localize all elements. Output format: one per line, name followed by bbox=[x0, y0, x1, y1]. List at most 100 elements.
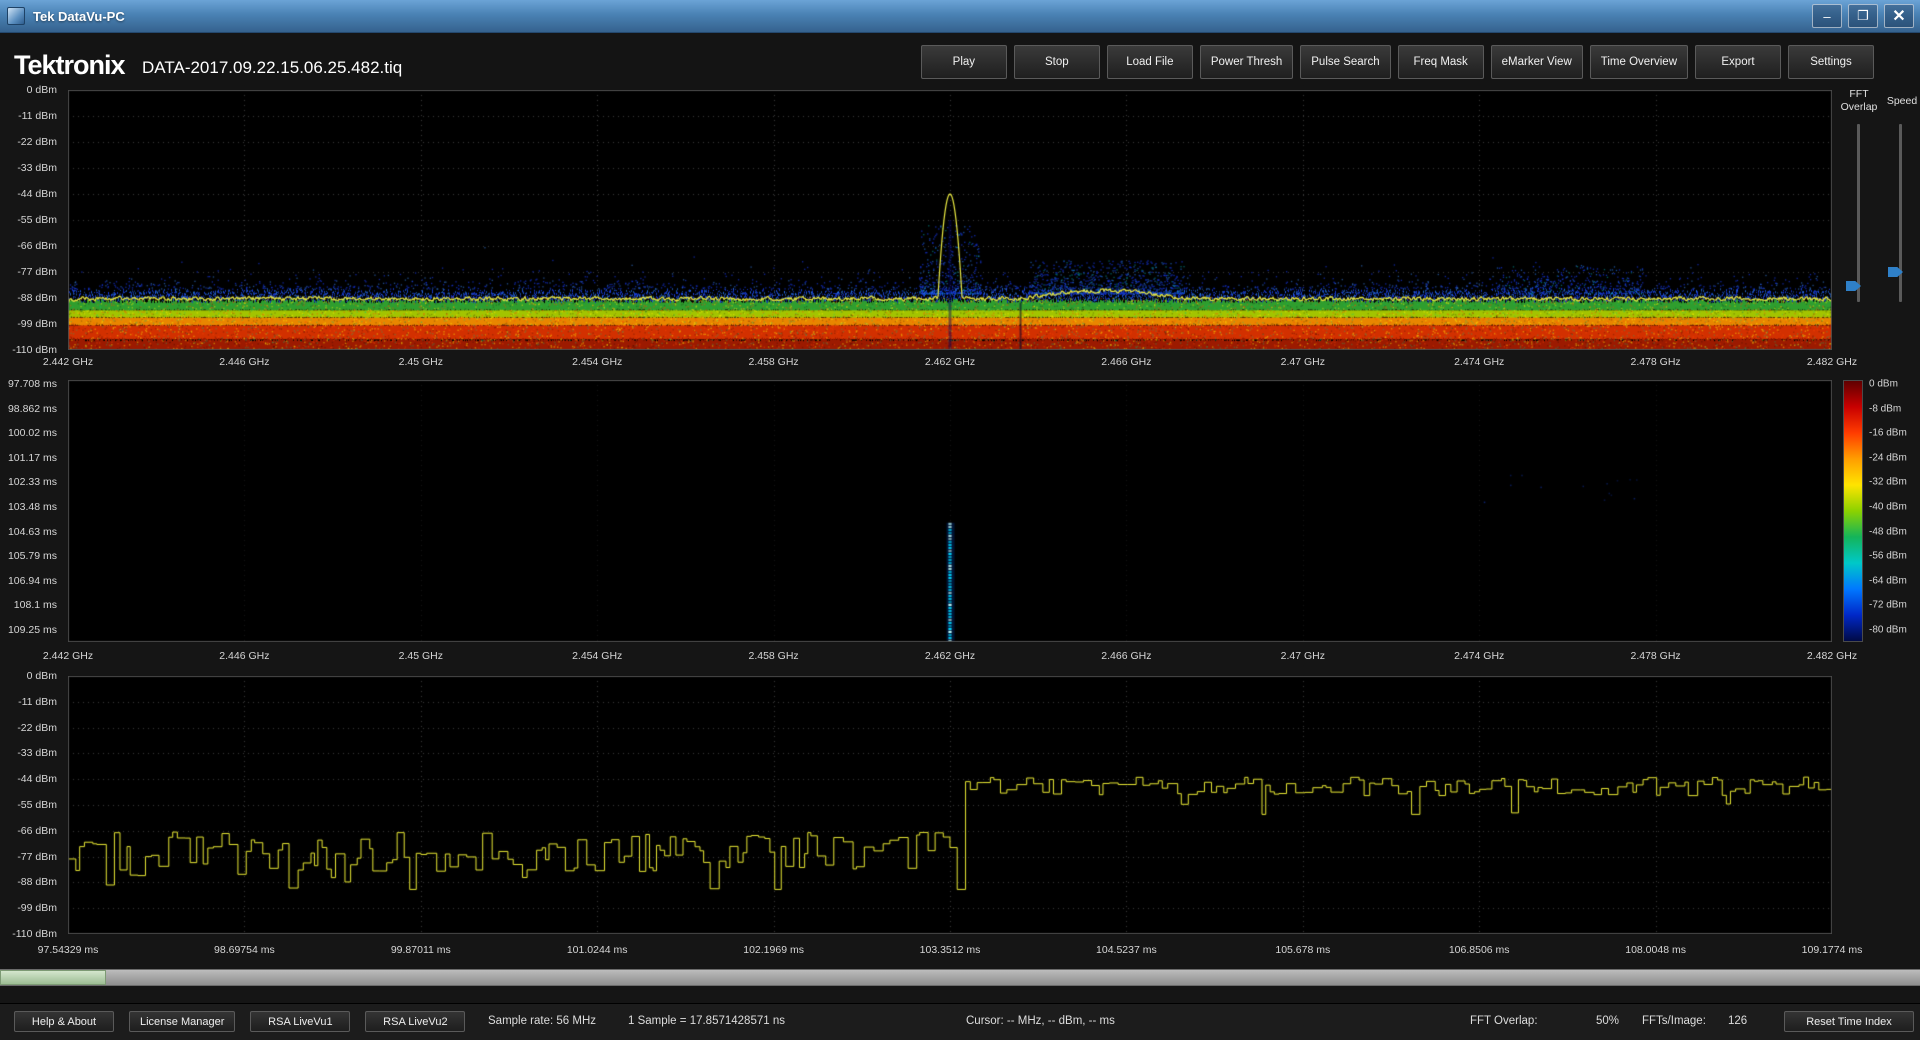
tick-label: -55 dBm bbox=[17, 214, 57, 226]
tick-label: -88 dBm bbox=[17, 876, 57, 888]
status-bar: Help & About License Manager RSA LiveVu1 RS… bbox=[0, 1003, 1920, 1040]
tick-label: 0 dBm bbox=[27, 670, 57, 682]
tick-label: 2.466 GHz bbox=[1101, 356, 1151, 368]
tick-label: 0 dBm bbox=[27, 84, 57, 96]
tick-label: 2.446 GHz bbox=[219, 356, 269, 368]
tick-label: 2.454 GHz bbox=[572, 650, 622, 662]
toolbar-button-emarker-view[interactable]: eMarker View bbox=[1491, 45, 1583, 79]
tick-label: -48 dBm bbox=[1869, 526, 1907, 537]
loaded-file-name: DATA-2017.09.22.15.06.25.482.tiq bbox=[142, 58, 402, 78]
speed-slider-label: Speed bbox=[1884, 95, 1920, 108]
tick-label: 105.79 ms bbox=[8, 550, 57, 562]
tick-label: -33 dBm bbox=[17, 747, 57, 759]
spectrogram-plot[interactable] bbox=[68, 380, 1832, 642]
tick-label: -110 dBm bbox=[12, 344, 57, 356]
tick-label: -66 dBm bbox=[17, 240, 57, 252]
tick-label: -22 dBm bbox=[17, 722, 57, 734]
tick-label: 104.63 ms bbox=[8, 526, 57, 538]
tick-label: 104.5237 ms bbox=[1096, 944, 1157, 956]
tick-label: -56 dBm bbox=[1869, 551, 1907, 562]
tick-label: 2.442 GHz bbox=[43, 650, 93, 662]
toolbar-buttons: PlayStopLoad FilePower ThreshPulse Searc… bbox=[921, 45, 1874, 79]
fft-overlap-status-label: FFT Overlap: bbox=[1470, 1015, 1538, 1027]
tick-label: 97.54329 ms bbox=[38, 944, 99, 956]
toolbar-button-settings[interactable]: Settings bbox=[1788, 45, 1874, 79]
tick-label: 0 dBm bbox=[1869, 379, 1898, 390]
maximize-button[interactable]: ❐ bbox=[1848, 4, 1878, 28]
statusbar-buttons: Help & About License Manager RSA LiveVu1 RS… bbox=[14, 1011, 465, 1032]
toolbar-button-export[interactable]: Export bbox=[1695, 45, 1781, 79]
tick-label: -8 dBm bbox=[1869, 403, 1901, 414]
toolbar-button-power-thresh[interactable]: Power Thresh bbox=[1200, 45, 1293, 79]
tick-label: 101.0244 ms bbox=[567, 944, 628, 956]
tick-label: 2.466 GHz bbox=[1101, 650, 1151, 662]
tick-label: 2.442 GHz bbox=[43, 356, 93, 368]
tick-label: -55 dBm bbox=[17, 799, 57, 811]
tick-label: -66 dBm bbox=[17, 825, 57, 837]
tick-label: 98.862 ms bbox=[8, 403, 57, 415]
tick-label: 99.87011 ms bbox=[391, 944, 451, 956]
power-x-axis: 97.54329 ms98.69754 ms99.87011 ms101.024… bbox=[68, 944, 1832, 957]
tick-label: 101.17 ms bbox=[8, 452, 57, 464]
fft-overlap-status-value: 50% bbox=[1596, 1015, 1619, 1027]
power-vs-time-plot[interactable] bbox=[68, 676, 1832, 934]
statusbar-button-license-manager[interactable]: License Manager bbox=[129, 1011, 235, 1032]
tick-label: 2.458 GHz bbox=[748, 356, 798, 368]
tick-label: 102.33 ms bbox=[8, 476, 57, 488]
sample-period-text: 1 Sample = 17.8571428571 ns bbox=[628, 1015, 785, 1027]
tick-label: -80 dBm bbox=[1869, 625, 1907, 636]
sample-rate-text: Sample rate: 56 MHz bbox=[488, 1015, 596, 1027]
tick-label: 2.446 GHz bbox=[219, 650, 269, 662]
close-button[interactable]: ✕ bbox=[1884, 4, 1914, 28]
tick-label: -77 dBm bbox=[17, 851, 57, 863]
tick-label: 106.8506 ms bbox=[1449, 944, 1510, 956]
toolbar-button-pulse-search[interactable]: Pulse Search bbox=[1300, 45, 1390, 79]
tick-label: -24 dBm bbox=[1869, 452, 1907, 463]
toolbar-button-play[interactable]: Play bbox=[921, 45, 1007, 79]
time-scrollbar[interactable] bbox=[0, 969, 1920, 986]
title-bar: Tek DataVu-PC – ❐ ✕ bbox=[0, 0, 1920, 33]
tick-label: -16 dBm bbox=[1869, 428, 1907, 439]
tick-label: 108.1 ms bbox=[14, 599, 57, 611]
tek-datavu-window: Tek DataVu-PC – ❐ ✕ Tektronix DATA-2017.… bbox=[0, 0, 1920, 1040]
time-scrollbar-thumb[interactable] bbox=[0, 970, 106, 985]
colorbar-scale: 0 dBm-8 dBm-16 dBm-24 dBm-32 dBm-40 dBm-… bbox=[1869, 384, 1919, 630]
toolbar-button-stop[interactable]: Stop bbox=[1014, 45, 1100, 79]
tektronix-logo: Tektronix bbox=[14, 50, 125, 81]
tick-label: 97.708 ms bbox=[8, 378, 57, 390]
tick-label: 108.0048 ms bbox=[1625, 944, 1686, 956]
tick-label: 109.25 ms bbox=[8, 624, 57, 636]
tick-label: -33 dBm bbox=[17, 162, 57, 174]
spectrogram-x-axis: 2.442 GHz2.446 GHz2.45 GHz2.454 GHz2.458… bbox=[68, 650, 1832, 663]
toolbar-button-freq-mask[interactable]: Freq Mask bbox=[1398, 45, 1484, 79]
tick-label: -40 dBm bbox=[1869, 502, 1907, 513]
reset-time-index-button[interactable]: Reset Time Index bbox=[1784, 1011, 1914, 1032]
speed-slider-track[interactable] bbox=[1899, 124, 1902, 302]
toolbar-button-load-file[interactable]: Load File bbox=[1107, 45, 1193, 79]
minimize-button[interactable]: – bbox=[1812, 4, 1842, 28]
fft-overlap-slider-label: FFT Overlap bbox=[1834, 88, 1884, 113]
tick-label: -99 dBm bbox=[17, 902, 57, 914]
spectrum-x-axis: 2.442 GHz2.446 GHz2.45 GHz2.454 GHz2.458… bbox=[68, 356, 1832, 369]
statusbar-button-rsa-livevu2[interactable]: RSA LiveVu2 bbox=[365, 1011, 465, 1032]
tick-label: -22 dBm bbox=[17, 136, 57, 148]
tick-label: 2.458 GHz bbox=[748, 650, 798, 662]
statusbar-button-rsa-livevu1[interactable]: RSA LiveVu1 bbox=[250, 1011, 350, 1032]
tick-label: -11 dBm bbox=[18, 696, 57, 708]
app-icon bbox=[7, 7, 25, 25]
tick-label: 2.478 GHz bbox=[1630, 356, 1680, 368]
tick-label: 2.474 GHz bbox=[1454, 356, 1504, 368]
tick-label: 2.47 GHz bbox=[1281, 356, 1325, 368]
tick-label: 2.478 GHz bbox=[1630, 650, 1680, 662]
tick-label: -11 dBm bbox=[18, 110, 57, 122]
tick-label: 102.1969 ms bbox=[743, 944, 804, 956]
fft-overlap-slider-track[interactable] bbox=[1857, 124, 1860, 302]
tick-label: -64 dBm bbox=[1869, 575, 1907, 586]
statusbar-button-help-about[interactable]: Help & About bbox=[14, 1011, 114, 1032]
toolbar-button-time-overview[interactable]: Time Overview bbox=[1590, 45, 1688, 79]
tick-label: -72 dBm bbox=[1869, 600, 1907, 611]
tick-label: 2.482 GHz bbox=[1807, 356, 1857, 368]
tick-label: 109.1774 ms bbox=[1802, 944, 1863, 956]
tick-label: -32 dBm bbox=[1869, 477, 1907, 488]
spectrum-plot[interactable] bbox=[68, 90, 1832, 350]
